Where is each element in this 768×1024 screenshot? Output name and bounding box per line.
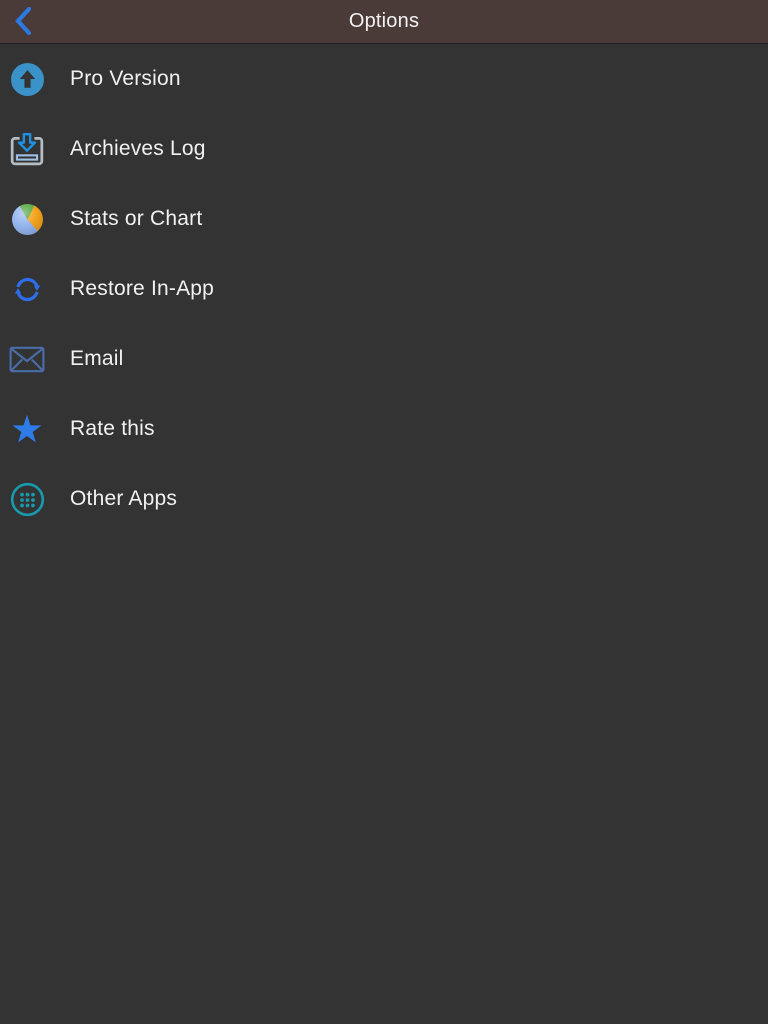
- pie-chart-icon: [8, 200, 46, 238]
- list-item-email[interactable]: Email: [0, 324, 768, 394]
- dots-grid-circle-icon: [8, 480, 46, 518]
- list-item-label: Restore In-App: [70, 277, 215, 300]
- back-button[interactable]: [8, 0, 48, 44]
- list-item-rate-this[interactable]: Rate this: [0, 394, 768, 464]
- list-item-stats-or-chart[interactable]: Stats or Chart: [0, 184, 768, 254]
- list-item-label: Rate this: [70, 417, 155, 440]
- list-item-restore-in-app[interactable]: Restore In-App: [0, 254, 768, 324]
- archive-tray-icon: [8, 130, 46, 168]
- upgrade-arrow-circle-icon: [8, 60, 46, 98]
- options-list: Pro Version Archieves Log Stats or Chart…: [0, 44, 768, 534]
- navigation-bar: Options: [0, 0, 768, 44]
- list-item-label: Email: [70, 347, 124, 370]
- star-icon: [8, 410, 46, 448]
- envelope-icon: [8, 340, 46, 378]
- list-item-label: Archieves Log: [70, 137, 206, 160]
- list-item-pro-version[interactable]: Pro Version: [0, 44, 768, 114]
- list-item-label: Other Apps: [70, 487, 178, 510]
- list-item-label: Stats or Chart: [70, 207, 203, 230]
- options-screen: Options Pro Version Archieves Log Stats …: [0, 0, 768, 1024]
- list-item-archives-log[interactable]: Archieves Log: [0, 114, 768, 184]
- refresh-arrows-icon: [8, 270, 46, 308]
- page-title: Options: [348, 10, 420, 32]
- chevron-left-icon: [12, 6, 34, 39]
- list-item-other-apps[interactable]: Other Apps: [0, 464, 768, 534]
- list-item-label: Pro Version: [70, 67, 181, 90]
